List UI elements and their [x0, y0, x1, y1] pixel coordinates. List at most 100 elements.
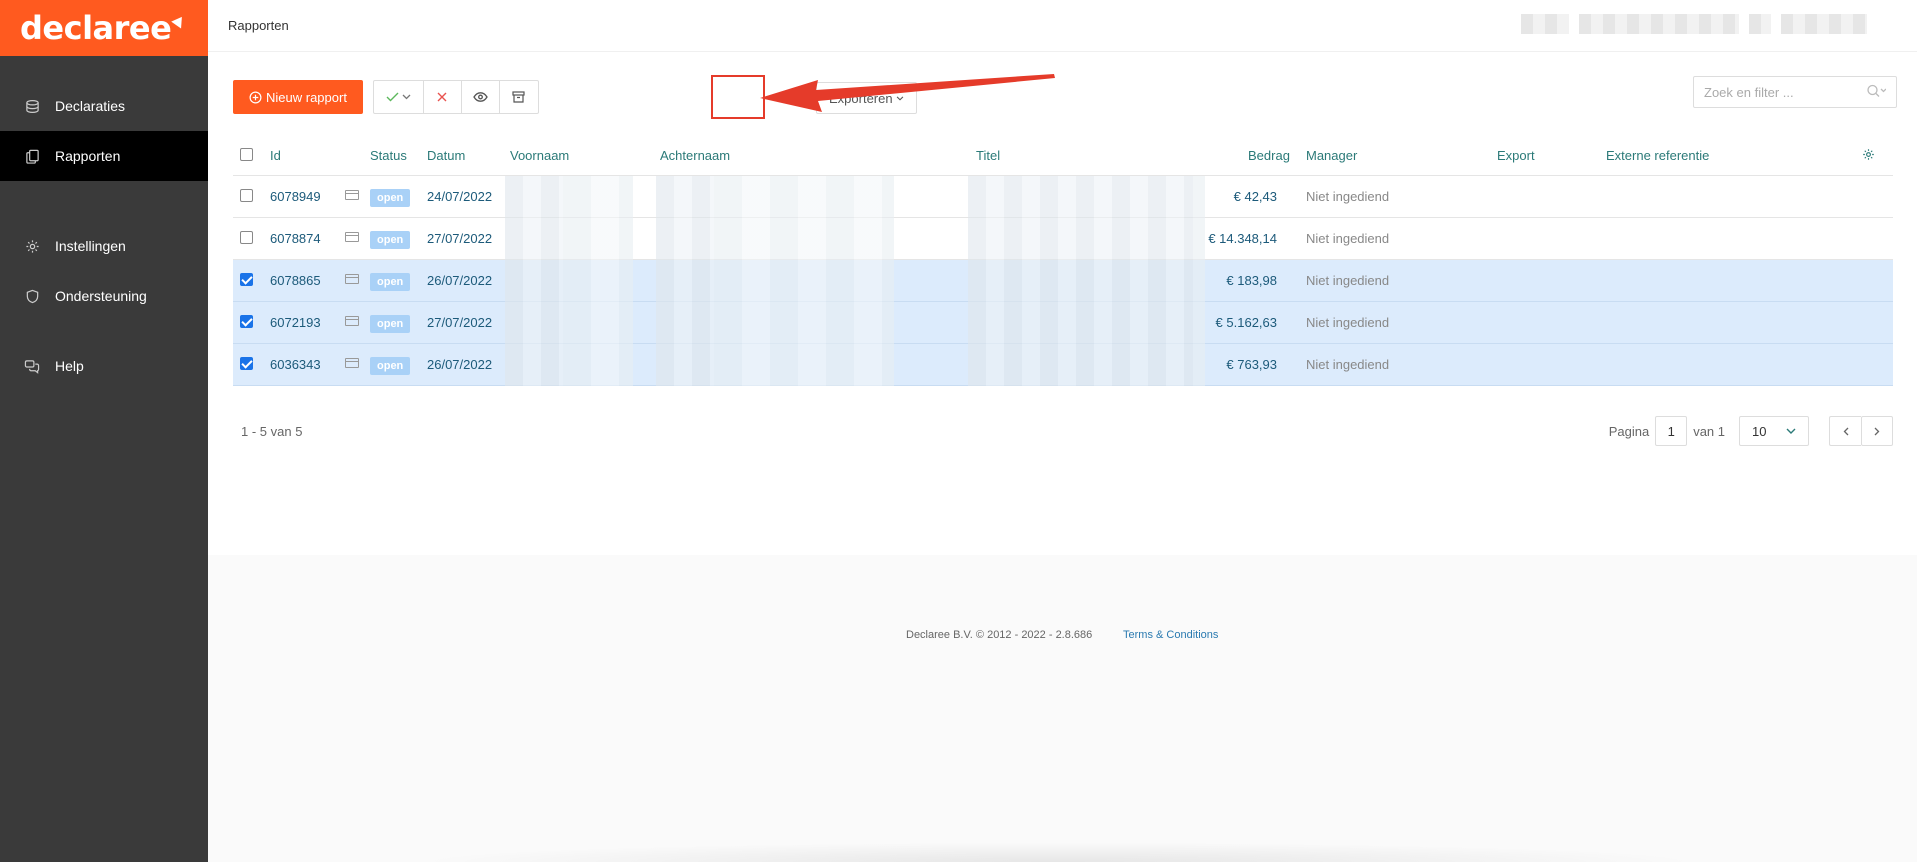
report-amount: € 183,98	[1226, 273, 1277, 288]
select-all-checkbox[interactable]	[240, 147, 253, 161]
plus-circle-icon	[249, 91, 262, 103]
manager-status: Niet ingediend	[1306, 315, 1390, 330]
redacted-titel	[1193, 302, 1205, 344]
redacted-voornaam	[505, 176, 563, 218]
archive-button[interactable]	[500, 81, 538, 113]
redacted-titel	[968, 302, 1193, 344]
report-id-link[interactable]: 6072193	[270, 315, 321, 330]
redacted-achternaam	[714, 176, 894, 218]
approve-dropdown-button[interactable]	[374, 81, 424, 113]
reject-button[interactable]	[424, 81, 462, 113]
page-nav	[1829, 416, 1893, 446]
row-checkbox[interactable]	[240, 314, 253, 328]
redacted-block	[1521, 14, 1569, 34]
next-page-button[interactable]	[1861, 416, 1893, 446]
redacted-voornaam	[563, 218, 633, 260]
chevron-down-icon	[1786, 428, 1796, 434]
prev-page-button[interactable]	[1829, 416, 1861, 446]
credit-card-icon	[345, 232, 359, 242]
row-checkbox[interactable]	[240, 230, 253, 244]
redacted-voornaam	[563, 344, 633, 386]
archive-icon	[512, 91, 526, 103]
search-input[interactable]	[1704, 84, 1854, 100]
sidebar-item-ondersteuning[interactable]: Ondersteuning	[0, 271, 208, 321]
sidebar: declaree Declaraties Rapporten Instellin…	[0, 0, 208, 862]
redacted-titel	[968, 344, 1193, 386]
table-row[interactable]: 6078949 open 24/07/2022 € 42,43 Niet ingedie…	[233, 176, 1893, 218]
new-report-label: Nieuw rapport	[266, 89, 347, 105]
credit-card-icon	[345, 358, 359, 368]
status-badge: open	[370, 273, 411, 291]
search-icon	[1866, 84, 1887, 101]
user-menu-redacted[interactable]	[1521, 14, 1867, 34]
report-id-link[interactable]: 6036343	[270, 357, 321, 372]
per-page-select[interactable]: 10	[1739, 416, 1809, 446]
redacted-block	[1781, 14, 1867, 34]
credit-card-icon	[345, 316, 359, 326]
column-settings-gear-icon[interactable]	[1862, 148, 1875, 164]
report-id-link[interactable]: 6078865	[270, 273, 321, 288]
sidebar-item-declaraties[interactable]: Declaraties	[0, 81, 208, 131]
row-checkbox[interactable]	[240, 272, 253, 286]
row-checkbox[interactable]	[240, 188, 253, 202]
redacted-achternaam	[656, 218, 714, 260]
annotation-arrow-icon	[760, 74, 1055, 112]
report-id-link[interactable]: 6078874	[270, 231, 321, 246]
redacted-achternaam	[656, 176, 714, 218]
logo[interactable]: declaree	[0, 0, 208, 56]
sidebar-item-label: Ondersteuning	[55, 288, 147, 304]
redacted-titel	[1193, 344, 1205, 386]
page-number-input[interactable]: 1	[1655, 416, 1688, 446]
column-header-status[interactable]: Status	[370, 148, 407, 163]
sidebar-item-rapporten[interactable]: Rapporten	[0, 131, 208, 181]
column-header-id[interactable]: Id	[270, 148, 281, 163]
redacted-voornaam	[563, 176, 633, 218]
redacted-titel	[968, 260, 1193, 302]
column-header-achternaam[interactable]: Achternaam	[660, 148, 730, 163]
table-row[interactable]: 6078874 open 27/07/2022 € 14.348,14 Niet ing…	[233, 218, 1893, 260]
site-footer: Declaree B.V. © 2012 - 2022 - 2.8.686 Te…	[208, 555, 1917, 862]
new-report-button[interactable]: Nieuw rapport	[233, 80, 363, 114]
table-header: Id Status Datum Voornaam Achternaam Tite…	[233, 136, 1893, 176]
column-header-titel[interactable]: Titel	[976, 148, 1000, 163]
column-header-voornaam[interactable]: Voornaam	[510, 148, 569, 163]
column-header-manager[interactable]: Manager	[1306, 148, 1357, 163]
sidebar-item-help[interactable]: Help	[0, 341, 208, 391]
redacted-achternaam	[714, 260, 894, 302]
table-row[interactable]: 6036343 open 26/07/2022 € 763,93 Niet ingedi…	[233, 344, 1893, 386]
report-id-link[interactable]: 6078949	[270, 189, 321, 204]
nav-spacer	[0, 321, 208, 341]
redacted-voornaam	[563, 302, 633, 344]
report-date: 27/07/2022	[427, 315, 493, 330]
redacted-titel	[968, 218, 1193, 260]
table-body: 6078949 open 24/07/2022 € 42,43 Niet ingedie…	[233, 176, 1893, 386]
report-amount: € 14.348,14	[1208, 231, 1277, 246]
redacted-achternaam	[714, 344, 894, 386]
report-date: 24/07/2022	[427, 189, 493, 204]
column-header-bedrag[interactable]: Bedrag	[1248, 148, 1290, 163]
gear-icon	[24, 238, 40, 254]
page-label: Pagina	[1608, 423, 1650, 439]
view-button[interactable]	[462, 81, 500, 113]
manager-status: Niet ingediend	[1306, 273, 1390, 288]
shadow-decoration	[408, 842, 1708, 862]
logo-text: declaree	[20, 9, 172, 47]
sidebar-item-instellingen[interactable]: Instellingen	[0, 221, 208, 271]
report-date: 27/07/2022	[427, 231, 493, 246]
chevron-down-icon	[402, 94, 411, 100]
shield-icon	[24, 288, 40, 304]
column-header-export[interactable]: Export	[1497, 148, 1535, 163]
column-header-externe-referentie[interactable]: Externe referentie	[1606, 148, 1709, 163]
search-box[interactable]	[1693, 76, 1897, 108]
table-row[interactable]: 6072193 open 27/07/2022 € 5.162,63 Niet inge…	[233, 302, 1893, 344]
table-row[interactable]: 6078865 open 26/07/2022 € 183,98 Niet ingedi…	[233, 260, 1893, 302]
column-header-datum[interactable]: Datum	[427, 148, 465, 163]
report-amount: € 42,43	[1233, 189, 1277, 204]
copyright-text: Declaree B.V. © 2012 - 2022 - 2.8.686	[906, 629, 1093, 641]
reports-table: Id Status Datum Voornaam Achternaam Tite…	[233, 136, 1893, 386]
terms-link[interactable]: Terms & Conditions	[1123, 629, 1218, 641]
manager-status: Niet ingediend	[1306, 357, 1390, 372]
credit-card-icon	[345, 274, 359, 284]
sidebar-item-label: Declaraties	[55, 98, 126, 114]
row-checkbox[interactable]	[240, 356, 253, 370]
